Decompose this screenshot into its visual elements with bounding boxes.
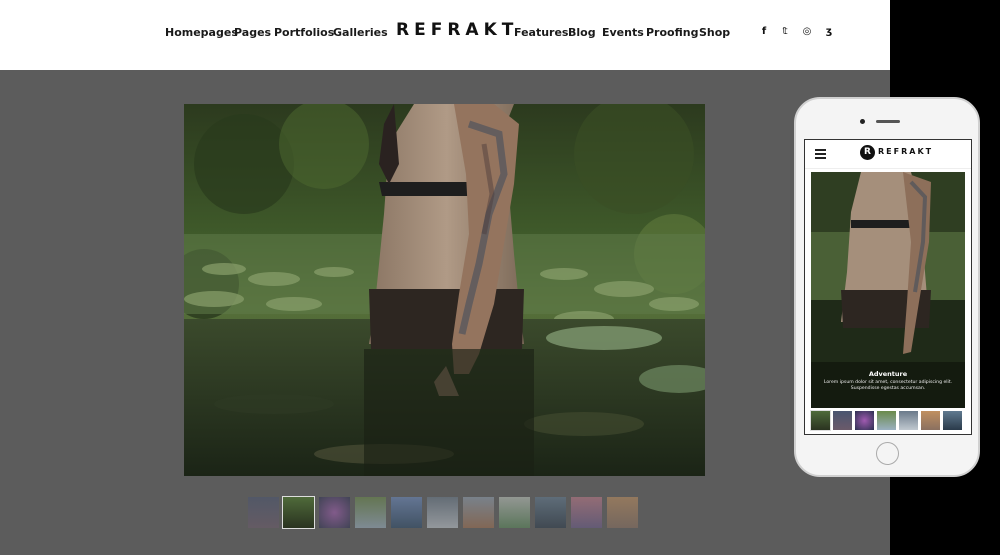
- nav-events[interactable]: Events: [602, 26, 644, 39]
- gallery-thumbnail[interactable]: [607, 497, 638, 528]
- gallery-thumbnail[interactable]: [535, 497, 566, 528]
- gallery-thumbnail[interactable]: [248, 497, 279, 528]
- nav-pages[interactable]: Pages: [234, 26, 271, 39]
- phone-screen: R REFRAKT Adventure Lorem ipsum dolor si…: [804, 139, 972, 435]
- caption-text: Lorem ipsum dolor sit amet, consectetur …: [823, 380, 953, 391]
- phone-home-button[interactable]: [876, 442, 899, 465]
- phone-speaker: [876, 120, 900, 123]
- phone-logo-mark[interactable]: R: [860, 145, 875, 160]
- phone-thumbnail[interactable]: [833, 411, 852, 430]
- phone-header: R REFRAKT: [805, 140, 971, 169]
- phone-thumbnail[interactable]: [855, 411, 874, 430]
- menu-icon[interactable]: [815, 149, 826, 159]
- phone-thumbnail-active[interactable]: [810, 410, 831, 431]
- photo-woman-in-pond: [184, 104, 705, 476]
- phone-logo[interactable]: REFRAKT: [878, 147, 933, 156]
- instagram-icon[interactable]: ◎: [801, 26, 813, 37]
- phone-thumbnail[interactable]: [899, 411, 918, 430]
- nav-homepages[interactable]: Homepages: [165, 26, 238, 39]
- site-logo[interactable]: REFRAKT: [396, 20, 518, 40]
- phone-thumbnail[interactable]: [943, 411, 962, 430]
- gallery-thumbnail[interactable]: [355, 497, 386, 528]
- gallery-thumbnail[interactable]: [463, 497, 494, 528]
- phone-gallery-photo[interactable]: Adventure Lorem ipsum dolor sit amet, co…: [811, 172, 965, 408]
- gallery-thumbnail-active[interactable]: [282, 496, 315, 529]
- nav-features[interactable]: Features: [514, 26, 568, 39]
- twitter-icon[interactable]: 𝕥: [779, 26, 791, 37]
- phone-thumbnail[interactable]: [877, 411, 896, 430]
- nav-portfolios[interactable]: Portfolios: [274, 26, 334, 39]
- 500px-icon[interactable]: ʒ: [823, 26, 835, 37]
- nav-proofing[interactable]: Proofing: [646, 26, 698, 39]
- phone-camera: [860, 119, 865, 124]
- gallery-thumbnail[interactable]: [391, 497, 422, 528]
- nav-shop[interactable]: Shop: [699, 26, 730, 39]
- facebook-icon[interactable]: f: [758, 26, 770, 37]
- nav-blog[interactable]: Blog: [568, 26, 596, 39]
- nav-galleries[interactable]: Galleries: [333, 26, 388, 39]
- site-header: Homepages Pages Portfolios Galleries REF…: [0, 0, 890, 70]
- gallery-thumbnail[interactable]: [499, 497, 530, 528]
- phone-mockup: R REFRAKT Adventure Lorem ipsum dolor si…: [794, 97, 980, 477]
- gallery-thumbnail[interactable]: [571, 497, 602, 528]
- phone-thumbnail[interactable]: [921, 411, 940, 430]
- main-gallery-photo[interactable]: [184, 104, 705, 476]
- caption-title: Adventure: [868, 370, 908, 378]
- gallery-thumbnail[interactable]: [319, 497, 350, 528]
- gallery-thumbnail[interactable]: [427, 497, 458, 528]
